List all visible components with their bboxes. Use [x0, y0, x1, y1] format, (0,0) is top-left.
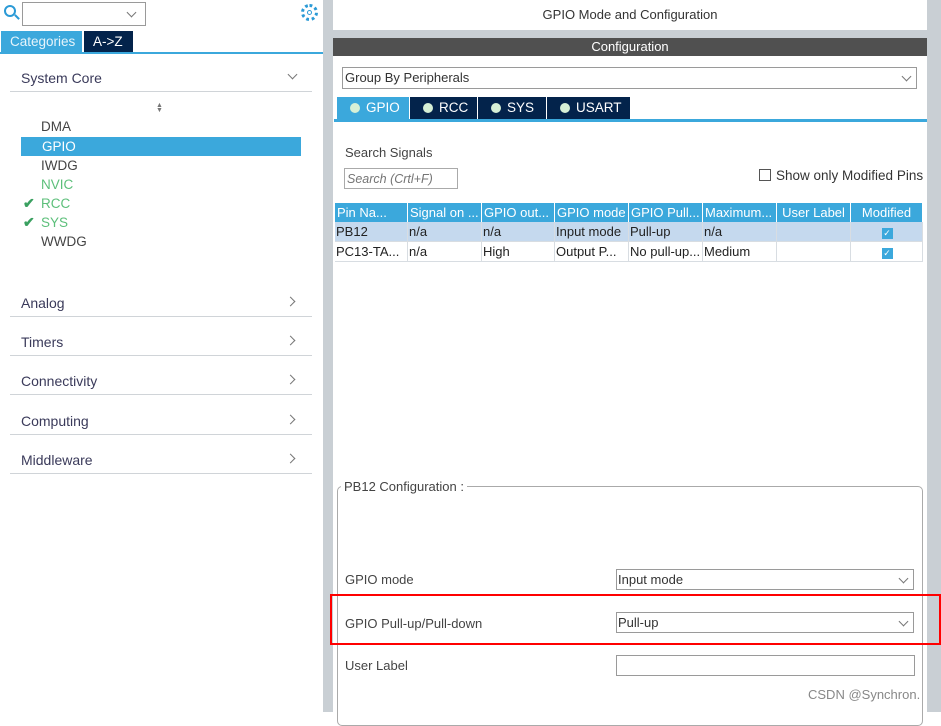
- category-timers[interactable]: Timers: [10, 330, 312, 356]
- category-label: System Core: [21, 70, 102, 86]
- search-signals-input[interactable]: [344, 168, 458, 189]
- category-system-core[interactable]: System Core: [10, 66, 312, 92]
- item-label: RCC: [41, 196, 71, 211]
- search-icon-handle: [14, 14, 20, 20]
- chevron-down-icon: [287, 69, 298, 80]
- tab-label: USART: [576, 100, 622, 115]
- cell-pin-name: PC13-TA...: [335, 242, 408, 262]
- cell-modified: ✓: [851, 242, 923, 262]
- category-label: Analog: [21, 295, 65, 311]
- user-label-input[interactable]: [616, 655, 915, 676]
- chevron-right-icon: [285, 453, 296, 464]
- config-header: Configuration: [333, 38, 927, 56]
- chevron-down-icon: [898, 573, 909, 584]
- cell-gpio-mode: Input mode: [555, 222, 629, 242]
- category-computing[interactable]: Computing: [10, 409, 312, 435]
- list-item-nvic[interactable]: NVIC: [21, 175, 301, 194]
- gpio-mode-value: Input mode: [618, 572, 684, 587]
- pin-config-title: PB12 Configuration :: [341, 479, 467, 494]
- sort-icon[interactable]: ▲ ▼: [156, 102, 163, 114]
- tab-rcc[interactable]: RCC: [410, 97, 477, 119]
- category-connectivity[interactable]: Connectivity: [10, 369, 312, 395]
- modified-checkbox[interactable]: ✓: [881, 248, 893, 259]
- tab-underline: [334, 119, 927, 122]
- list-item-sys[interactable]: ✔ SYS: [21, 213, 301, 232]
- cell-gpio-pull: No pull-up...: [629, 242, 703, 262]
- left-panel: Categories A->Z System Core ▲ ▼ DMA GPIO …: [0, 0, 323, 712]
- gear-icon[interactable]: [301, 4, 318, 21]
- check-icon: ✔: [23, 195, 35, 211]
- tab-underline: [0, 52, 323, 54]
- cell-signal: n/a: [408, 242, 482, 262]
- show-modified-label: Show only Modified Pins: [776, 168, 924, 183]
- column-header-gpio-output[interactable]: GPIO out...: [482, 203, 555, 222]
- list-item-dma[interactable]: DMA: [21, 117, 301, 136]
- search-signals-label: Search Signals: [345, 145, 433, 160]
- column-header-signal[interactable]: Signal on ...: [408, 203, 482, 222]
- list-item-iwdg[interactable]: IWDG: [21, 156, 301, 175]
- category-analog[interactable]: Analog: [10, 291, 312, 317]
- group-by-value: Group By Peripherals: [345, 70, 470, 85]
- cell-gpio-pull: Pull-up: [629, 222, 703, 242]
- user-label-label: User Label: [345, 658, 408, 673]
- tab-label: GPIO: [366, 100, 400, 115]
- cell-max-speed: n/a: [703, 222, 777, 242]
- column-header-user-label[interactable]: User Label: [777, 203, 851, 222]
- tab-gpio[interactable]: GPIO: [337, 97, 409, 119]
- column-header-gpio-pull[interactable]: GPIO Pull...: [629, 203, 703, 222]
- check-circle-icon: [423, 103, 433, 113]
- tab-label: RCC: [439, 100, 469, 115]
- chevron-down-icon: [901, 71, 912, 82]
- check-circle-icon: [491, 103, 501, 113]
- tab-usart[interactable]: USART: [547, 97, 630, 119]
- cell-user-label: [777, 222, 851, 242]
- category-label: Connectivity: [21, 373, 98, 389]
- category-middleware[interactable]: Middleware: [10, 448, 312, 474]
- search-combo[interactable]: [22, 2, 146, 26]
- gpio-mode-select[interactable]: Input mode: [616, 569, 914, 590]
- list-item-gpio[interactable]: GPIO: [21, 137, 301, 156]
- watermark: CSDN @Synchron.: [808, 687, 921, 702]
- check-circle-icon: [350, 103, 360, 113]
- tab-categories[interactable]: Categories: [1, 31, 82, 52]
- cell-user-label: [777, 242, 851, 262]
- checkbox-icon: [759, 169, 771, 181]
- cell-max-speed: Medium: [703, 242, 777, 262]
- group-by-select[interactable]: Group By Peripherals: [342, 67, 917, 89]
- cell-pin-name: PB12: [335, 222, 408, 242]
- gpio-mode-label: GPIO mode: [345, 572, 414, 587]
- chevron-right-icon: [285, 374, 296, 385]
- highlight-box: [330, 594, 941, 645]
- modified-checkbox[interactable]: ✓: [881, 228, 893, 239]
- category-label: Computing: [21, 413, 89, 429]
- column-header-pin-name[interactable]: Pin Na...: [335, 203, 408, 222]
- column-header-modified[interactable]: Modified: [851, 203, 923, 222]
- item-label: SYS: [41, 215, 69, 230]
- chevron-right-icon: [285, 296, 296, 307]
- column-header-gpio-mode[interactable]: GPIO mode: [555, 203, 629, 222]
- chevron-right-icon: [285, 414, 296, 425]
- divider: [333, 30, 927, 38]
- tab-label: SYS: [507, 100, 535, 115]
- tab-a-z[interactable]: A->Z: [84, 31, 133, 52]
- category-label: Timers: [21, 334, 64, 350]
- list-item-rcc[interactable]: ✔ RCC: [21, 194, 301, 213]
- show-modified-checkbox[interactable]: Show only Modified Pins: [759, 168, 923, 183]
- cell-gpio-output: High: [482, 242, 555, 262]
- cell-modified: ✓: [851, 222, 923, 242]
- list-item-wwdg[interactable]: WWDG: [21, 232, 301, 251]
- cell-gpio-mode: Output P...: [555, 242, 629, 262]
- check-circle-icon: [560, 103, 570, 113]
- tab-sys[interactable]: SYS: [478, 97, 546, 119]
- page-title: GPIO Mode and Configuration: [542, 7, 718, 22]
- column-header-max-speed[interactable]: Maximum...: [703, 203, 777, 222]
- cell-signal: n/a: [408, 222, 482, 242]
- chevron-right-icon: [285, 335, 296, 346]
- check-icon: ✔: [23, 214, 35, 230]
- cell-gpio-output: n/a: [482, 222, 555, 242]
- category-label: Middleware: [21, 452, 93, 468]
